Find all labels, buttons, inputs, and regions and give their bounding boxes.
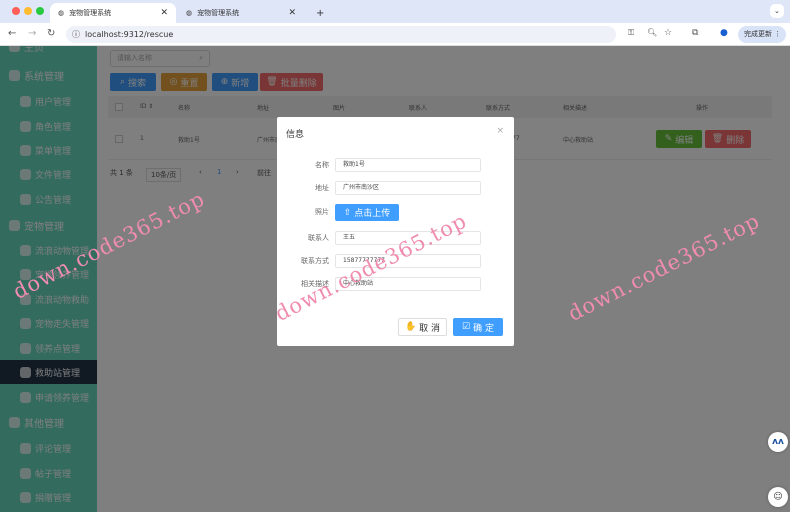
url-input[interactable]: ⓘ localhost:9312/rescue — [66, 26, 616, 43]
info-icon: ⓘ — [72, 30, 80, 39]
bookmark-star-icon[interactable]: ☆ — [664, 28, 672, 38]
label-contact: 联系人 — [308, 234, 329, 242]
address-input[interactable]: 广州市南沙区 — [335, 181, 481, 195]
close-tab-icon[interactable]: ✕ — [288, 8, 296, 18]
browser-tab[interactable]: ◍ 宠物管理系统 ✕ — [178, 3, 304, 23]
zoom-icon[interactable]: 🔍︎ — [647, 28, 657, 37]
browser-tab-active[interactable]: ◍ 宠物管理系统 ✕ — [50, 3, 176, 23]
maximize-window-button[interactable] — [36, 7, 44, 15]
update-button[interactable]: 完成更新 ⋮ — [738, 26, 786, 43]
close-icon[interactable]: × — [496, 126, 504, 136]
cancel-icon: ✋ — [404, 322, 417, 332]
info-dialog: 信息 × 名称 救助1号 地址 广州市南沙区 照片 ⇧ 点击上传 联系人 王五 联… — [277, 117, 514, 346]
reload-icon[interactable]: ↻ — [47, 28, 55, 39]
forward-icon[interactable]: → — [28, 28, 36, 39]
upload-icon: ⇧ — [343, 207, 352, 218]
globe-icon: ◍ — [58, 9, 65, 17]
name-input[interactable]: 救助1号 — [335, 158, 481, 172]
dialog-title: 信息 — [286, 130, 305, 140]
label-name: 名称 — [315, 161, 329, 169]
back-icon[interactable]: ← — [8, 28, 16, 39]
new-tab-button[interactable]: + — [308, 3, 332, 23]
extensions-icon[interactable]: ⧉ — [692, 28, 698, 38]
globe-icon: ◍ — [186, 9, 193, 17]
browser-tab-bar: ◍ 宠物管理系统 ✕ ◍ 宠物管理系统 ✕ + ⌄ — [0, 0, 790, 23]
label-address: 地址 — [315, 184, 329, 192]
description-input[interactable]: 中心救助站 — [335, 277, 481, 291]
assistant-float-icon[interactable]: ʌʌ — [768, 432, 788, 452]
upload-button[interactable]: ⇧ 点击上传 — [335, 204, 399, 221]
label-phone: 联系方式 — [301, 257, 329, 265]
address-bar: ← → ↻ ⓘ localhost:9312/rescue ⚿ 🔍︎ ☆ ⧉ ● … — [0, 23, 790, 46]
profile-icon[interactable]: ● — [720, 28, 728, 38]
tab-list-chevron-icon[interactable]: ⌄ — [770, 4, 784, 18]
confirm-button[interactable]: ☑ 确 定 — [453, 318, 503, 336]
close-tab-icon[interactable]: ✕ — [160, 8, 168, 18]
avatar-float-icon[interactable]: ☺ — [768, 487, 788, 507]
label-photo: 照片 — [315, 208, 329, 216]
close-window-button[interactable] — [12, 7, 20, 15]
contact-input[interactable]: 王五 — [335, 231, 481, 245]
cancel-button[interactable]: ✋ 取 消 — [398, 318, 447, 336]
phone-input[interactable]: 15877777777 — [335, 254, 481, 268]
label-description: 相关描述 — [301, 280, 329, 288]
key-icon[interactable]: ⚿ — [628, 28, 634, 38]
minimize-window-button[interactable] — [24, 7, 32, 15]
check-icon: ☑ — [462, 322, 471, 332]
